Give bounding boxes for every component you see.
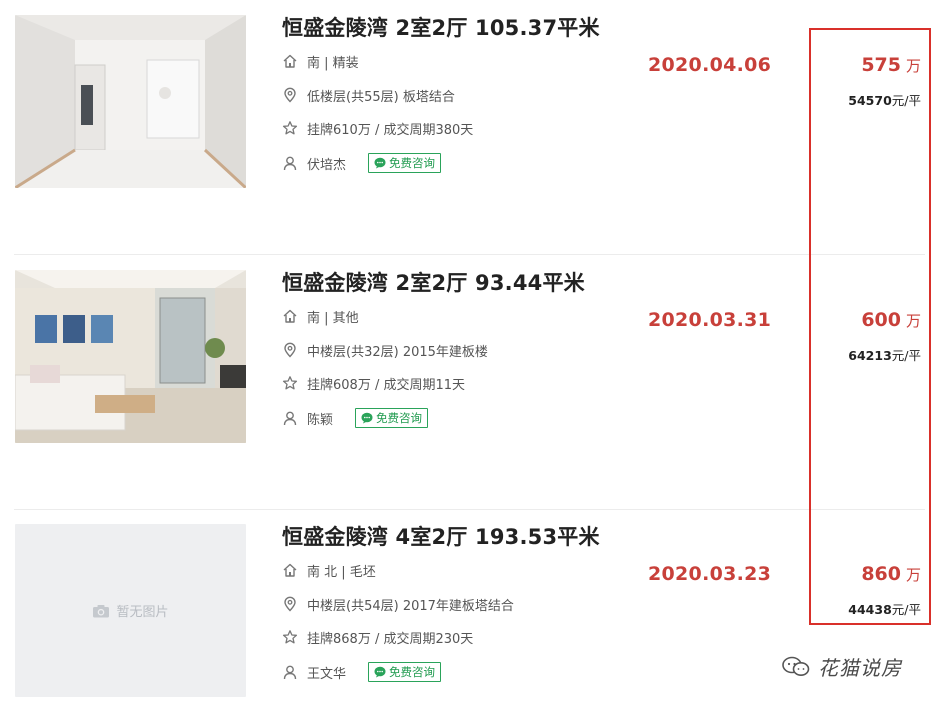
floor-row: 中楼层(共54层) 2017年建板塔结合 <box>282 594 514 614</box>
person-icon <box>282 410 298 426</box>
listing-title[interactable]: 恒盛金陵湾 2室2厅 105.37平米 <box>282 12 600 42</box>
listing-photo-placeholder[interactable]: 暂无图片 <box>15 524 246 697</box>
person-icon <box>282 155 298 171</box>
floor-text: 中楼层(共32层) 2015年建板楼 <box>307 344 488 360</box>
listing-info-row: 挂牌610万 / 成交周期380天 <box>282 118 473 138</box>
watermark-text: 花猫说房 <box>818 656 902 680</box>
furnished-living-room-image <box>15 270 246 443</box>
person-icon <box>282 664 298 680</box>
deal-date: 2020.03.31 <box>648 309 772 331</box>
chat-bubble-icon <box>374 157 386 169</box>
agent-row: 伏培杰 免费咨询 <box>282 153 442 173</box>
agent-name[interactable]: 伏培杰 <box>307 154 346 173</box>
listing-title[interactable]: 恒盛金陵湾 4室2厅 193.53平米 <box>282 521 600 551</box>
chat-bubble-icon <box>361 412 373 424</box>
empty-living-room-image <box>15 15 246 188</box>
chat-bubble-icon <box>374 666 386 678</box>
free-consult-button[interactable]: 免费咨询 <box>368 662 442 682</box>
orientation-text: 南 北 | 毛坯 <box>307 564 376 580</box>
watermark: 花猫说房 <box>782 652 902 681</box>
free-consult-label: 免费咨询 <box>389 665 436 679</box>
camera-icon <box>93 604 110 617</box>
listing-title[interactable]: 恒盛金陵湾 2室2厅 93.44平米 <box>282 267 585 297</box>
agent-row: 陈颖 免费咨询 <box>282 408 429 428</box>
orientation-row: 南 | 其他 <box>282 306 359 326</box>
free-consult-label: 免费咨询 <box>376 411 423 425</box>
floor-row: 低楼层(共55层) 板塔结合 <box>282 85 455 105</box>
house-icon <box>282 308 298 324</box>
listing-info-row: 挂牌608万 / 成交周期11天 <box>282 373 465 393</box>
listing-info-text: 挂牌608万 / 成交周期11天 <box>307 377 465 393</box>
listing-card[interactable]: 恒盛金陵湾 2室2厅 93.44平米 南 | 其他 中楼层(共32层) 2015… <box>0 255 939 510</box>
no-photo-label: 暂无图片 <box>116 605 169 620</box>
free-consult-label: 免费咨询 <box>389 156 436 170</box>
floor-text: 低楼层(共55层) 板塔结合 <box>307 89 455 105</box>
listing-info-text: 挂牌610万 / 成交周期380天 <box>307 122 474 138</box>
star-icon <box>282 629 298 645</box>
agent-name[interactable]: 王文华 <box>307 663 346 682</box>
orientation-row: 南 北 | 毛坯 <box>282 560 376 580</box>
floor-text: 中楼层(共54层) 2017年建板塔结合 <box>307 598 514 614</box>
location-pin-icon <box>282 596 298 612</box>
orientation-text: 南 | 精装 <box>307 55 359 71</box>
listing-info-text: 挂牌868万 / 成交周期230天 <box>307 631 474 647</box>
free-consult-button[interactable]: 免费咨询 <box>368 153 442 173</box>
wechat-icon <box>782 656 810 676</box>
deal-date: 2020.03.23 <box>648 563 772 585</box>
orientation-row: 南 | 精装 <box>282 51 359 71</box>
agent-name[interactable]: 陈颖 <box>307 409 333 428</box>
listing-card[interactable]: 恒盛金陵湾 2室2厅 105.37平米 南 | 精装 低楼层(共55层) 板塔结… <box>0 0 939 255</box>
price-highlight-box <box>809 28 931 625</box>
deal-date: 2020.04.06 <box>648 54 772 76</box>
orientation-text: 南 | 其他 <box>307 310 359 326</box>
house-icon <box>282 53 298 69</box>
agent-row: 王文华 免费咨询 <box>282 662 442 682</box>
floor-row: 中楼层(共32层) 2015年建板楼 <box>282 340 488 360</box>
free-consult-button[interactable]: 免费咨询 <box>355 408 429 428</box>
star-icon <box>282 375 298 391</box>
star-icon <box>282 120 298 136</box>
listing-info-row: 挂牌868万 / 成交周期230天 <box>282 627 473 647</box>
location-pin-icon <box>282 87 298 103</box>
location-pin-icon <box>282 342 298 358</box>
listing-photo[interactable] <box>15 15 246 188</box>
house-icon <box>282 562 298 578</box>
listing-photo[interactable] <box>15 270 246 443</box>
